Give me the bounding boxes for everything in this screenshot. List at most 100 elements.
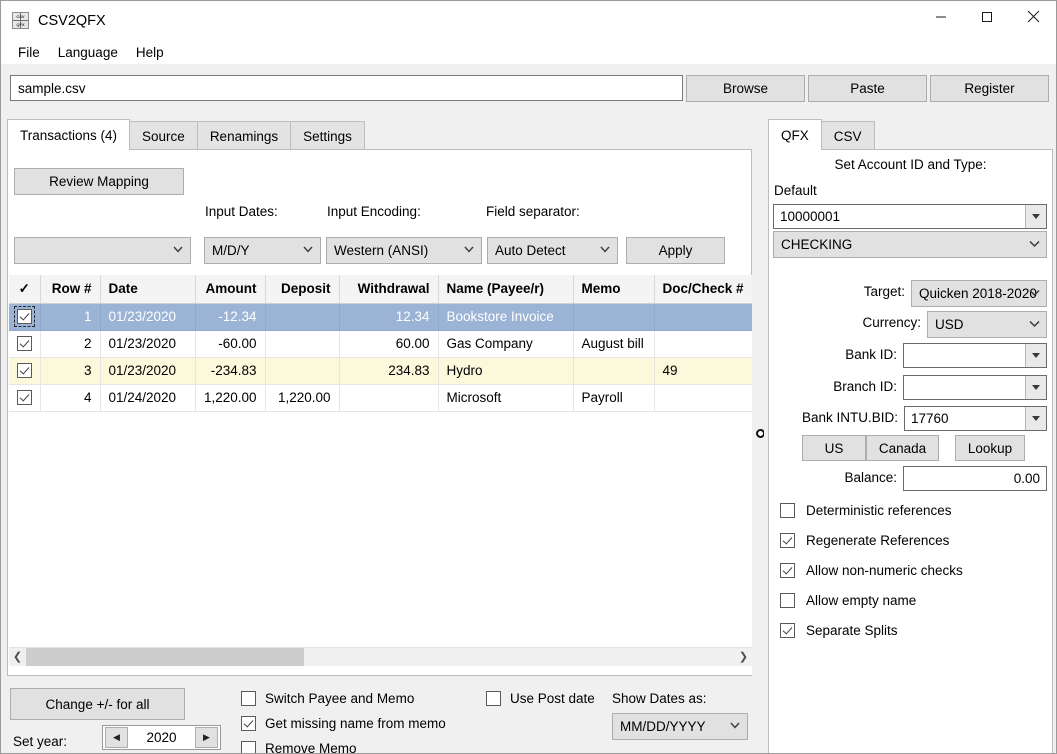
withdrawal-cell[interactable]: 60.00: [339, 330, 439, 358]
doc-check-cell[interactable]: [654, 384, 752, 412]
tab-renamings[interactable]: Renamings: [196, 121, 292, 150]
withdrawal-cell[interactable]: [339, 384, 439, 412]
input-dates-select[interactable]: M/D/Y: [204, 237, 321, 264]
bank-intu-bid-combo[interactable]: 17760: [904, 406, 1047, 431]
row-num-cell[interactable]: 3: [40, 357, 101, 385]
get-missing-name-checkbox[interactable]: Get missing name from memo: [241, 716, 446, 731]
branch-id-combo[interactable]: [903, 375, 1047, 400]
allow-empty-name-checkbox[interactable]: Allow empty name: [780, 593, 916, 608]
bank-id-combo[interactable]: [903, 343, 1047, 368]
memo-cell[interactable]: [573, 357, 655, 385]
separate-splits-checkbox[interactable]: Separate Splits: [780, 623, 898, 638]
account-type-select[interactable]: CHECKING: [773, 231, 1047, 258]
year-spinner[interactable]: ◀ 2020 ▶: [102, 725, 221, 750]
menu-help[interactable]: Help: [127, 43, 173, 62]
triangle-right-icon[interactable]: ▶: [195, 727, 218, 748]
memo-cell[interactable]: Payroll: [573, 384, 655, 412]
doc-check-cell[interactable]: [654, 330, 752, 358]
amount-cell[interactable]: -12.34: [195, 303, 266, 331]
lookup-button[interactable]: Lookup: [955, 435, 1025, 461]
table-row[interactable]: 4 01/24/2020 1,220.00 1,220.00 Microsoft Payr…: [9, 384, 752, 412]
doc-check-cell[interactable]: 49: [654, 357, 752, 385]
switch-payee-memo-checkbox[interactable]: Switch Payee and Memo: [241, 691, 414, 706]
row-checkbox-cell[interactable]: [9, 330, 41, 358]
dropdown-arrow-icon[interactable]: [1025, 205, 1046, 228]
input-encoding-select[interactable]: Western (ANSI): [326, 237, 482, 264]
review-mapping-button[interactable]: Review Mapping: [14, 168, 184, 195]
account-id-combo[interactable]: 10000001: [773, 204, 1047, 229]
name-cell[interactable]: Hydro: [438, 357, 574, 385]
amount-cell[interactable]: 1,220.00: [195, 384, 266, 412]
close-button[interactable]: [1010, 1, 1056, 32]
tab-source[interactable]: Source: [129, 121, 198, 150]
col-deposit[interactable]: Deposit: [265, 275, 340, 304]
canada-button[interactable]: Canada: [866, 435, 939, 461]
change-sign-button[interactable]: Change +/- for all: [10, 688, 185, 720]
row-checkbox-cell[interactable]: [9, 384, 41, 412]
tab-settings[interactable]: Settings: [290, 121, 365, 150]
amount-cell[interactable]: -234.83: [195, 357, 266, 385]
withdrawal-cell[interactable]: 12.34: [339, 303, 439, 331]
row-num-cell[interactable]: 4: [40, 384, 101, 412]
use-post-date-checkbox[interactable]: Use Post date: [486, 691, 595, 706]
chevron-right-icon[interactable]: ❯: [735, 647, 752, 666]
tab-csv[interactable]: CSV: [820, 121, 875, 150]
regenerate-references-checkbox[interactable]: Regenerate References: [780, 533, 949, 548]
remove-memo-checkbox[interactable]: Remove Memo: [241, 741, 357, 753]
dropdown-arrow-icon[interactable]: [1025, 376, 1046, 399]
withdrawal-cell[interactable]: 234.83: [339, 357, 439, 385]
name-cell[interactable]: Gas Company: [438, 330, 574, 358]
dropdown-arrow-icon[interactable]: [1025, 344, 1046, 367]
col-memo[interactable]: Memo: [573, 275, 655, 304]
table-horizontal-scrollbar[interactable]: ❮ ❯: [9, 647, 752, 666]
date-cell[interactable]: 01/23/2020: [100, 330, 196, 358]
register-button[interactable]: Register: [930, 75, 1049, 102]
deposit-cell[interactable]: 1,220.00: [265, 384, 340, 412]
field-separator-select[interactable]: Auto Detect: [487, 237, 618, 264]
menu-language[interactable]: Language: [49, 43, 127, 62]
show-dates-select[interactable]: MM/DD/YYYY: [612, 713, 748, 740]
chevron-left-icon[interactable]: ❮: [9, 647, 26, 666]
memo-cell[interactable]: August bill: [573, 330, 655, 358]
memo-cell[interactable]: [573, 303, 655, 331]
us-button[interactable]: US: [802, 435, 866, 461]
tab-transactions[interactable]: Transactions (4): [7, 119, 131, 150]
deposit-cell[interactable]: [265, 357, 340, 385]
scrollbar-thumb[interactable]: [26, 647, 304, 666]
minimize-button[interactable]: [918, 1, 964, 32]
scrollbar-track[interactable]: [26, 647, 735, 666]
name-cell[interactable]: Microsoft: [438, 384, 574, 412]
apply-button[interactable]: Apply: [626, 237, 725, 264]
table-row[interactable]: 2 01/23/2020 -60.00 60.00 Gas Company August …: [9, 330, 752, 358]
browse-button[interactable]: Browse: [686, 75, 805, 102]
col-doc-check[interactable]: Doc/Check #: [654, 275, 752, 304]
doc-check-cell[interactable]: [654, 303, 752, 331]
deposit-cell[interactable]: [265, 303, 340, 331]
col-check[interactable]: ✓: [9, 275, 41, 304]
table-row[interactable]: 3 01/23/2020 -234.83 234.83 Hydro 49: [9, 357, 752, 385]
table-row[interactable]: 1 01/23/2020 -12.34 12.34 Bookstore Invoice: [9, 303, 752, 331]
target-select[interactable]: Quicken 2018-2020: [911, 280, 1047, 307]
tab-qfx[interactable]: QFX: [768, 119, 822, 150]
mapping-select[interactable]: [14, 237, 191, 264]
paste-button[interactable]: Paste: [808, 75, 927, 102]
amount-cell[interactable]: -60.00: [195, 330, 266, 358]
date-cell[interactable]: 01/23/2020: [100, 357, 196, 385]
col-row-num[interactable]: Row #: [40, 275, 101, 304]
col-name[interactable]: Name (Payee/r): [438, 275, 574, 304]
row-num-cell[interactable]: 1: [40, 303, 101, 331]
balance-input[interactable]: 0.00: [903, 466, 1047, 491]
menu-file[interactable]: File: [9, 43, 49, 62]
file-path-input[interactable]: [10, 75, 683, 101]
triangle-left-icon[interactable]: ◀: [105, 727, 128, 748]
col-withdrawal[interactable]: Withdrawal: [339, 275, 439, 304]
deposit-cell[interactable]: [265, 330, 340, 358]
dropdown-arrow-icon[interactable]: [1025, 407, 1046, 430]
row-checkbox-cell[interactable]: [9, 357, 41, 385]
currency-select[interactable]: USD: [927, 311, 1047, 338]
allow-non-numeric-checks-checkbox[interactable]: Allow non-numeric checks: [780, 563, 963, 578]
name-cell[interactable]: Bookstore Invoice: [438, 303, 574, 331]
col-amount[interactable]: Amount: [195, 275, 266, 304]
date-cell[interactable]: 01/24/2020: [100, 384, 196, 412]
row-checkbox-cell[interactable]: [9, 303, 41, 331]
